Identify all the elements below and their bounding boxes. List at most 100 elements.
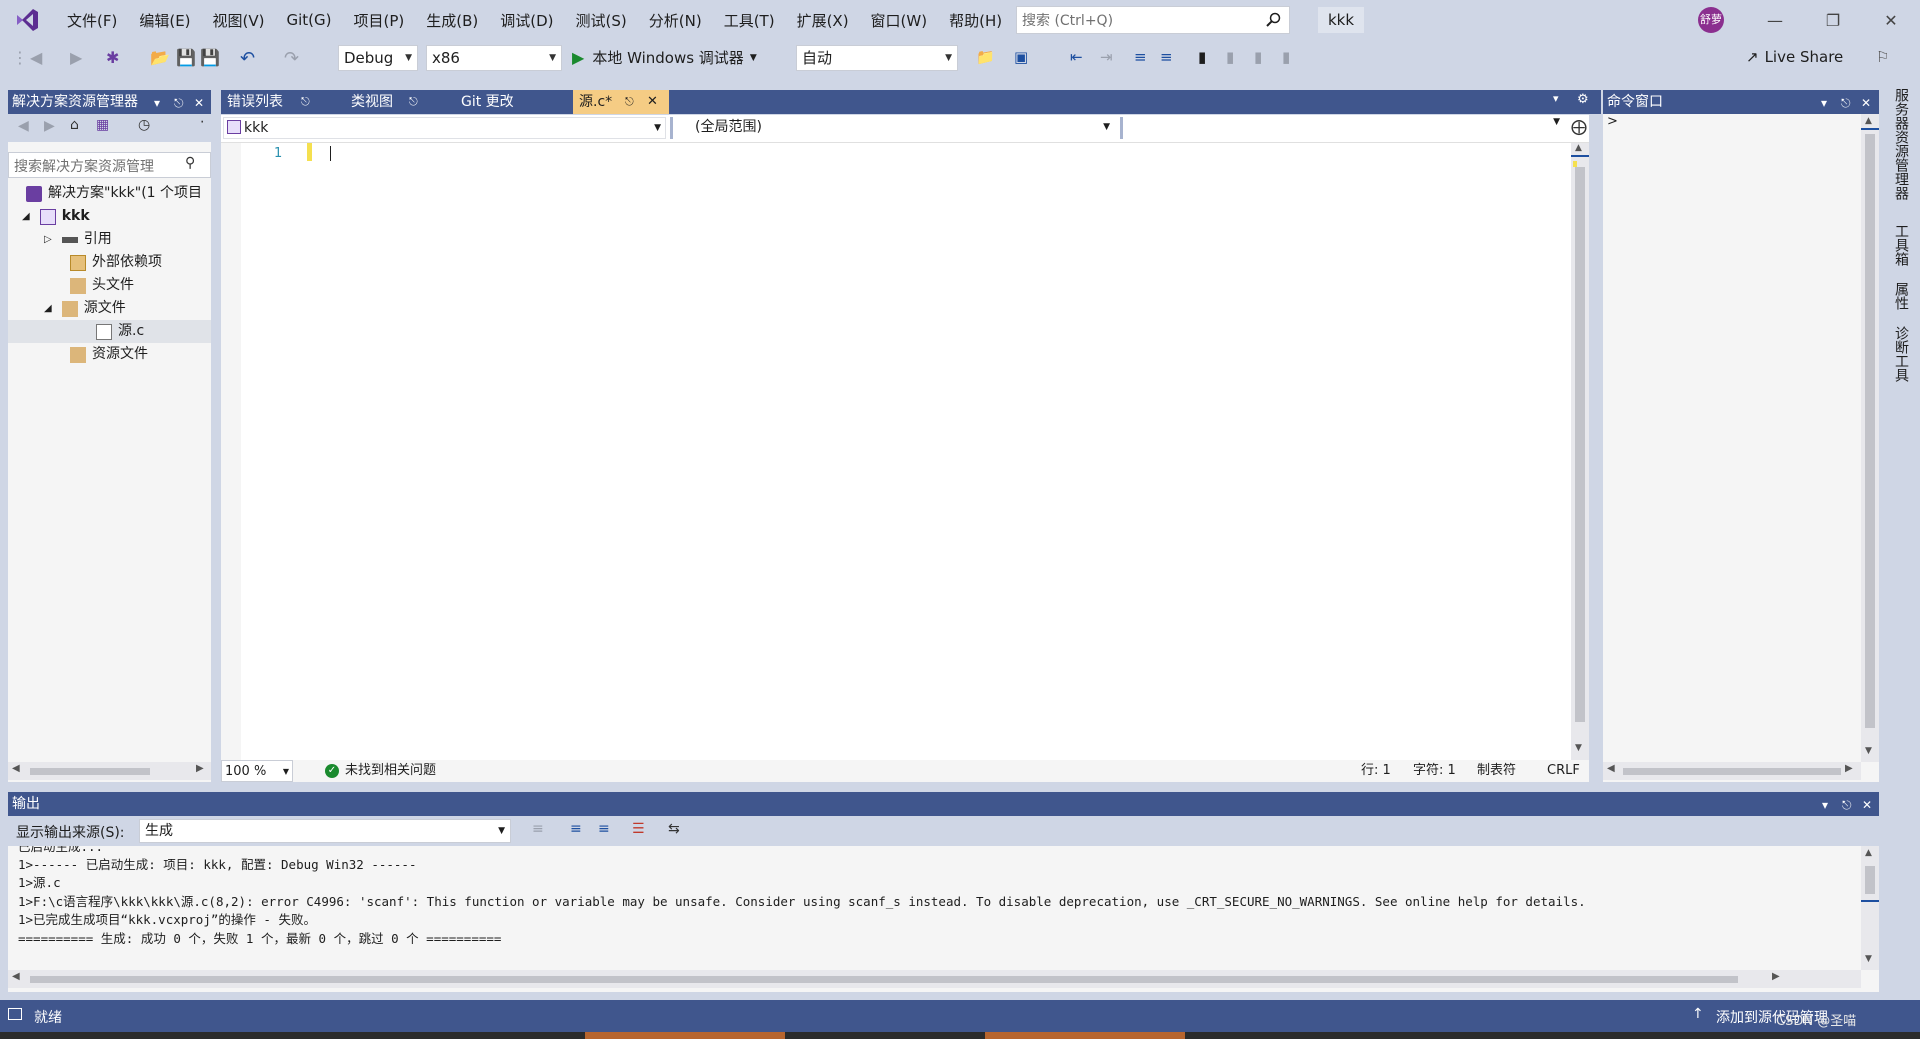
avatar[interactable]: 舒萝 — [1698, 7, 1724, 33]
pin-icon[interactable]: ⎋ — [301, 90, 310, 114]
search-input[interactable]: 搜索 (Ctrl+Q) — [1016, 6, 1290, 34]
next-message-icon[interactable]: ≡ — [598, 821, 610, 837]
close-icon[interactable]: ✕ — [1862, 793, 1872, 817]
char-indicator[interactable]: 字符: 1 — [1413, 760, 1456, 782]
collapsed-arrow-icon[interactable]: ▷ — [44, 228, 52, 251]
chevron-down-icon[interactable]: ▾ — [1821, 91, 1827, 115]
pin-icon[interactable]: ⎋ — [174, 91, 184, 115]
find-in-files-icon[interactable]: 📁 — [976, 48, 996, 68]
save-icon[interactable]: 💾 — [176, 48, 196, 68]
pin-icon[interactable]: ⎋ — [1841, 91, 1851, 115]
chevron-down-icon[interactable]: ▾ — [1822, 793, 1828, 817]
scroll-left-icon[interactable]: ◀ — [1607, 763, 1615, 774]
new-project-icon[interactable]: ✱ — [106, 48, 126, 68]
start-debugging-button[interactable]: ▶ 本地 Windows 调试器 ▼ — [572, 45, 757, 71]
menu-build[interactable]: 生成(B) — [415, 10, 489, 31]
tab-properties[interactable]: 属性 — [1891, 282, 1911, 310]
menu-file[interactable]: 文件(F) — [56, 10, 128, 31]
pin-icon[interactable]: ⎋ — [1842, 793, 1852, 817]
scroll-thumb[interactable] — [1575, 167, 1585, 722]
open-folder-icon[interactable]: 📂 — [150, 48, 170, 68]
tree-item-resource-files[interactable]: 资源文件 — [70, 343, 148, 366]
tree-item-source-c[interactable]: 源.c — [96, 320, 144, 343]
expanded-arrow-icon[interactable]: ◢ — [22, 205, 30, 228]
line-ending-indicator[interactable]: CRLF — [1547, 760, 1580, 782]
scroll-up-icon[interactable]: ▲ — [1575, 143, 1582, 153]
chevron-down-icon[interactable]: ▾ — [154, 91, 160, 115]
save-all-icon[interactable]: 💾 — [200, 48, 220, 68]
code-editor[interactable]: ▲ ▼ — [221, 143, 1589, 760]
word-wrap-icon[interactable]: ⇆ — [668, 821, 680, 837]
tab-error-list[interactable]: 错误列表 ⎋ — [221, 90, 331, 114]
bookmark-icon[interactable]: ▮ — [1198, 48, 1218, 68]
tree-item-source-files[interactable]: ◢ 源文件 — [44, 297, 126, 320]
menu-debug[interactable]: 调试(D) — [489, 10, 564, 31]
tabs-indicator[interactable]: 制表符 — [1477, 760, 1516, 782]
menu-extensions[interactable]: 扩展(X) — [786, 10, 860, 31]
history-icon[interactable]: ◷ — [138, 117, 150, 133]
horizontal-scrollbar[interactable]: ◀ ▶ — [1603, 762, 1861, 780]
scope-dropdown[interactable]: (全局范围) ▼ — [670, 117, 1116, 139]
scroll-thumb[interactable] — [1865, 134, 1875, 728]
restore-button[interactable]: ❐ — [1804, 0, 1862, 40]
issues-status[interactable]: 未找到相关问题 — [345, 760, 436, 782]
scroll-thumb[interactable] — [30, 976, 1738, 983]
minimize-button[interactable]: — — [1746, 0, 1804, 40]
switch-views-icon[interactable]: ▦ — [96, 117, 109, 133]
back-icon[interactable]: ◀ — [30, 48, 50, 68]
scroll-thumb[interactable] — [1865, 866, 1875, 894]
gear-icon[interactable]: ⚙ — [1577, 92, 1589, 107]
solution-search-input[interactable]: 搜索解决方案资源管理 ⚲ — [8, 152, 211, 178]
tab-server-explorer[interactable]: 服务器资源管理器 — [1891, 88, 1911, 200]
vertical-scrollbar[interactable]: ▲ ▼ — [1571, 143, 1589, 760]
overflow-icon[interactable]: ‧ — [200, 115, 204, 131]
bookmark-prev-icon[interactable]: ▮ — [1226, 48, 1246, 68]
goto-location-icon[interactable]: ≡ — [532, 821, 544, 837]
horizontal-scrollbar[interactable]: ◀ ▶ — [8, 970, 1861, 988]
menu-git[interactable]: Git(G) — [276, 11, 343, 29]
tab-diagnostic-tools[interactable]: 诊断工具 — [1891, 326, 1911, 382]
tree-item-header-files[interactable]: 头文件 — [70, 274, 134, 297]
scroll-right-icon[interactable]: ▶ — [1772, 971, 1780, 982]
tab-overflow-icon[interactable]: ▾ — [1553, 92, 1559, 105]
scroll-right-icon[interactable]: ▶ — [196, 763, 204, 774]
step-disabled-icon[interactable]: ⇥ — [1100, 48, 1120, 68]
scroll-thumb[interactable] — [1623, 768, 1841, 775]
member-dropdown[interactable]: ▼ — [1120, 117, 1566, 139]
tab-class-view[interactable]: 类视图 ⎋ — [345, 90, 445, 114]
tab-toolbox[interactable]: 工具箱 — [1891, 224, 1911, 266]
menu-analyze[interactable]: 分析(N) — [638, 10, 713, 31]
notification-icon[interactable] — [8, 1008, 22, 1020]
menu-window[interactable]: 窗口(W) — [860, 10, 939, 31]
scroll-down-icon[interactable]: ▼ — [1865, 746, 1872, 756]
menu-edit[interactable]: 编辑(E) — [128, 10, 201, 31]
scroll-left-icon[interactable]: ◀ — [12, 763, 20, 774]
menu-view[interactable]: 视图(V) — [202, 10, 276, 31]
forward-icon[interactable]: ▶ — [70, 48, 90, 68]
step-icon[interactable]: ⇤ — [1070, 48, 1090, 68]
redo-icon[interactable]: ↷ — [284, 48, 304, 69]
menu-project[interactable]: 项目(P) — [343, 10, 416, 31]
scroll-thumb[interactable] — [30, 768, 150, 775]
scroll-down-icon[interactable]: ▼ — [1575, 743, 1582, 753]
close-window-button[interactable]: ✕ — [1862, 0, 1920, 40]
bookmark-next-icon[interactable]: ▮ — [1254, 48, 1274, 68]
screenshot-icon[interactable]: ▣ — [1014, 48, 1034, 68]
vertical-scrollbar[interactable]: ▲ ▼ — [1861, 846, 1879, 970]
scroll-left-icon[interactable]: ◀ — [12, 971, 20, 982]
tab-source-c-active[interactable]: 源.c* ⎋ ✕ — [573, 90, 669, 114]
output-source-select[interactable]: 生成 ▼ — [139, 819, 511, 843]
menu-test[interactable]: 测试(S) — [565, 10, 638, 31]
pin-icon[interactable]: ⎋ — [625, 90, 634, 114]
home-icon[interactable]: ⌂ — [70, 117, 79, 133]
output-text-area[interactable]: 已启动生成... 1>------ 已启动生成: 项目: kkk, 配置: De… — [8, 846, 1861, 970]
outdent-icon[interactable]: ≡ — [1160, 48, 1180, 68]
scroll-right-icon[interactable]: ▶ — [1845, 763, 1853, 774]
forward-icon[interactable]: ▶ — [44, 118, 55, 134]
configuration-select[interactable]: Debug ▼ — [338, 45, 418, 71]
expanded-arrow-icon[interactable]: ◢ — [44, 297, 52, 320]
close-icon[interactable]: ✕ — [194, 91, 204, 115]
scroll-up-icon[interactable]: ▲ — [1865, 116, 1872, 126]
undo-icon[interactable]: ↶ — [240, 48, 260, 69]
platform-select[interactable]: x86 ▼ — [426, 45, 562, 71]
